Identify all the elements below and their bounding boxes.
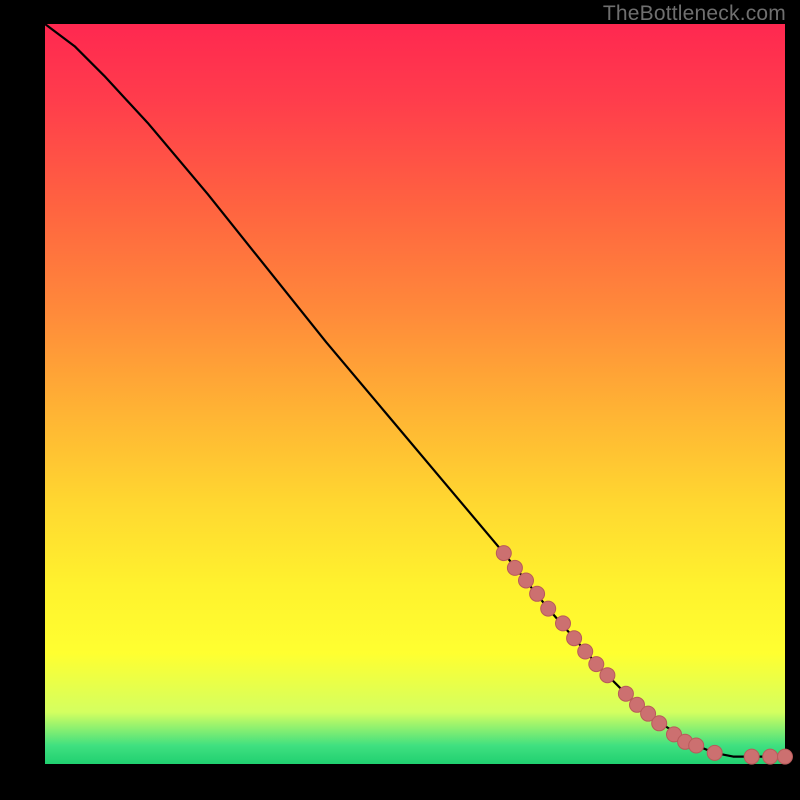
dot (763, 749, 778, 764)
dot (556, 616, 571, 631)
dot (496, 546, 511, 561)
dot (744, 749, 759, 764)
curve-line (45, 24, 785, 757)
dot (618, 686, 633, 701)
dot (507, 560, 522, 575)
dot (600, 668, 615, 683)
dot (530, 586, 545, 601)
chart-frame: TheBottleneck.com (0, 0, 800, 800)
dot (567, 631, 582, 646)
dot (578, 644, 593, 659)
dot (707, 745, 722, 760)
highlight-dots (496, 546, 792, 765)
chart-svg (45, 24, 785, 764)
dot (778, 749, 793, 764)
dot (541, 601, 556, 616)
watermark-text: TheBottleneck.com (603, 2, 786, 26)
dot (589, 657, 604, 672)
dot (652, 716, 667, 731)
dot (689, 738, 704, 753)
dot (519, 573, 534, 588)
plot-area (45, 24, 785, 764)
